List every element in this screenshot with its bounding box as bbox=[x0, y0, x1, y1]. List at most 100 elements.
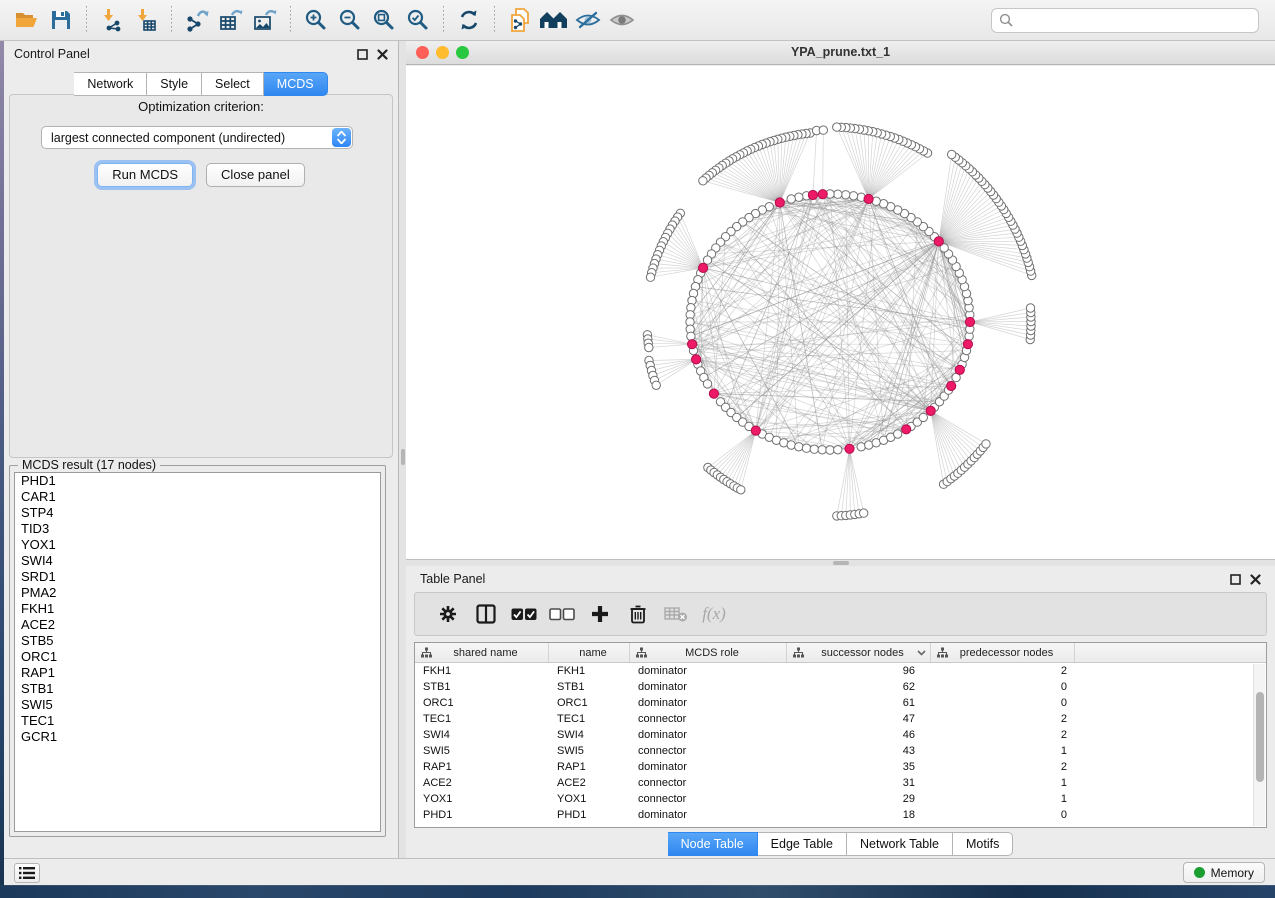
refresh-view-button[interactable] bbox=[452, 5, 486, 35]
column-header[interactable]: predecessor nodes bbox=[931, 643, 1075, 662]
mcds-result-item[interactable]: TID3 bbox=[15, 521, 380, 537]
table-scrollbar[interactable] bbox=[1253, 664, 1265, 826]
column-header[interactable]: name bbox=[549, 643, 630, 662]
table-row[interactable]: FKH1 FKH1 dominator 96 2 bbox=[415, 663, 1266, 679]
column-header[interactable]: shared name bbox=[415, 643, 549, 662]
control-panel-tab[interactable]: Style bbox=[147, 72, 202, 96]
scrollbar-thumb[interactable] bbox=[1256, 692, 1264, 782]
new-network-from-selection-button[interactable] bbox=[503, 5, 537, 35]
cell-successor-nodes: 47 bbox=[787, 713, 931, 725]
table-tab[interactable]: Node Table bbox=[668, 832, 758, 856]
control-panel-tab[interactable]: Select bbox=[202, 72, 264, 96]
mcds-result-item[interactable]: CAR1 bbox=[15, 489, 380, 505]
table-settings-button[interactable] bbox=[429, 596, 467, 632]
first-neighbors-button[interactable] bbox=[537, 5, 571, 35]
hide-selected-button[interactable] bbox=[571, 5, 605, 35]
table-row[interactable]: ORC1 ORC1 dominator 61 0 bbox=[415, 695, 1266, 711]
gear-icon bbox=[438, 604, 458, 624]
run-mcds-button[interactable]: Run MCDS bbox=[97, 163, 193, 187]
close-panel-button[interactable] bbox=[377, 49, 388, 60]
cell-name: ORC1 bbox=[549, 697, 630, 709]
export-image-button[interactable] bbox=[248, 5, 282, 35]
table-row[interactable]: PHD1 PHD1 dominator 18 0 bbox=[415, 807, 1266, 823]
table-row[interactable]: SWI4 SWI4 dominator 46 2 bbox=[415, 727, 1266, 743]
memory-button[interactable]: Memory bbox=[1183, 862, 1265, 883]
add-column-button[interactable] bbox=[581, 596, 619, 632]
mcds-result-item[interactable]: SWI5 bbox=[15, 697, 380, 713]
export-table-button[interactable] bbox=[214, 5, 248, 35]
open-network-button[interactable] bbox=[10, 5, 44, 35]
column-header-label: successor nodes bbox=[808, 647, 917, 659]
network-canvas[interactable] bbox=[406, 66, 1275, 560]
save-session-button[interactable] bbox=[44, 5, 78, 35]
table-row[interactable]: SWI5 SWI5 connector 43 1 bbox=[415, 743, 1266, 759]
mcds-result-item[interactable]: STB1 bbox=[15, 681, 380, 697]
search-input[interactable] bbox=[1018, 12, 1251, 28]
zoom-out-button[interactable] bbox=[333, 5, 367, 35]
zoom-selected-button[interactable] bbox=[401, 5, 435, 35]
criterion-select[interactable]: largest connected component (undirected) bbox=[41, 126, 353, 149]
mcds-result-item[interactable]: PMA2 bbox=[15, 585, 380, 601]
mcds-result-item[interactable]: ACE2 bbox=[15, 617, 380, 633]
table-row[interactable]: STB1 STB1 dominator 62 0 bbox=[415, 679, 1266, 695]
search-field[interactable] bbox=[991, 8, 1259, 33]
delete-column-button[interactable] bbox=[619, 596, 657, 632]
search-icon bbox=[999, 13, 1013, 27]
export-table-icon bbox=[218, 8, 244, 32]
import-network-button[interactable] bbox=[95, 5, 129, 35]
column-header[interactable]: MCDS role bbox=[630, 643, 787, 662]
mcds-result-groupbox: MCDS result (17 nodes) PHD1CAR1STP4TID3Y… bbox=[9, 465, 386, 837]
network-window-title: YPA_prune.txt_1 bbox=[406, 45, 1275, 59]
float-window-button[interactable] bbox=[357, 49, 368, 60]
table-tab[interactable]: Edge Table bbox=[758, 832, 847, 856]
vertical-splitter[interactable] bbox=[399, 41, 406, 858]
select-all-button[interactable] bbox=[505, 596, 543, 632]
network-graph[interactable] bbox=[406, 66, 1275, 560]
mcds-result-item[interactable]: TEC1 bbox=[15, 713, 380, 729]
mcds-result-item[interactable]: ORC1 bbox=[15, 649, 380, 665]
table-row[interactable]: RAP1 RAP1 dominator 35 2 bbox=[415, 759, 1266, 775]
mcds-result-item[interactable]: FKH1 bbox=[15, 601, 380, 617]
column-header-label: name bbox=[570, 647, 616, 659]
mcds-result-item[interactable]: SWI4 bbox=[15, 553, 380, 569]
status-bar: Memory bbox=[4, 858, 1275, 886]
show-all-button[interactable] bbox=[605, 5, 639, 35]
split-columns-button[interactable] bbox=[467, 596, 505, 632]
trash-icon bbox=[629, 604, 647, 624]
zoom-in-button[interactable] bbox=[299, 5, 333, 35]
cell-mcds-role: dominator bbox=[630, 809, 787, 821]
eye-icon bbox=[609, 9, 635, 31]
control-panel-tab[interactable]: MCDS bbox=[264, 72, 328, 96]
save-floppy-icon bbox=[50, 9, 72, 31]
float-window-button[interactable] bbox=[1230, 574, 1241, 585]
mcds-result-item[interactable]: YOX1 bbox=[15, 537, 380, 553]
close-panel-button[interactable] bbox=[1250, 574, 1261, 585]
control-panel-titlebar: Control Panel bbox=[4, 41, 398, 67]
list-icon bbox=[19, 867, 35, 879]
deselect-all-button[interactable] bbox=[543, 596, 581, 632]
mcds-result-item[interactable]: RAP1 bbox=[15, 665, 380, 681]
control-panel-title: Control Panel bbox=[14, 47, 90, 61]
table-row[interactable]: ACE2 ACE2 connector 31 1 bbox=[415, 775, 1266, 791]
mcds-result-item[interactable]: SRD1 bbox=[15, 569, 380, 585]
export-network-button[interactable] bbox=[180, 5, 214, 35]
column-header[interactable]: successor nodes bbox=[787, 643, 931, 662]
mcds-result-list[interactable]: PHD1CAR1STP4TID3YOX1SWI4SRD1PMA2FKH1ACE2… bbox=[14, 472, 381, 832]
mcds-result-item[interactable]: GCR1 bbox=[15, 729, 380, 745]
import-table-button[interactable] bbox=[129, 5, 163, 35]
table-row[interactable]: YOX1 YOX1 connector 29 1 bbox=[415, 791, 1266, 807]
mcds-result-item[interactable]: STB5 bbox=[15, 633, 380, 649]
task-history-button[interactable] bbox=[14, 863, 40, 883]
open-folder-icon bbox=[14, 9, 40, 31]
zoom-fit-button[interactable] bbox=[367, 5, 401, 35]
table-tab[interactable]: Motifs bbox=[953, 832, 1013, 856]
close-panel-action-button[interactable]: Close panel bbox=[206, 163, 305, 187]
control-panel-tab[interactable]: Network bbox=[74, 72, 147, 96]
cell-shared-name: RAP1 bbox=[415, 761, 549, 773]
table-body: FKH1 FKH1 dominator 96 2 STB1 STB1 domin… bbox=[415, 663, 1266, 823]
table-tab[interactable]: Network Table bbox=[847, 832, 953, 856]
mcds-result-item[interactable]: PHD1 bbox=[15, 473, 380, 489]
table-row[interactable]: TEC1 TEC1 connector 47 2 bbox=[415, 711, 1266, 727]
plus-icon bbox=[591, 605, 609, 623]
mcds-result-item[interactable]: STP4 bbox=[15, 505, 380, 521]
